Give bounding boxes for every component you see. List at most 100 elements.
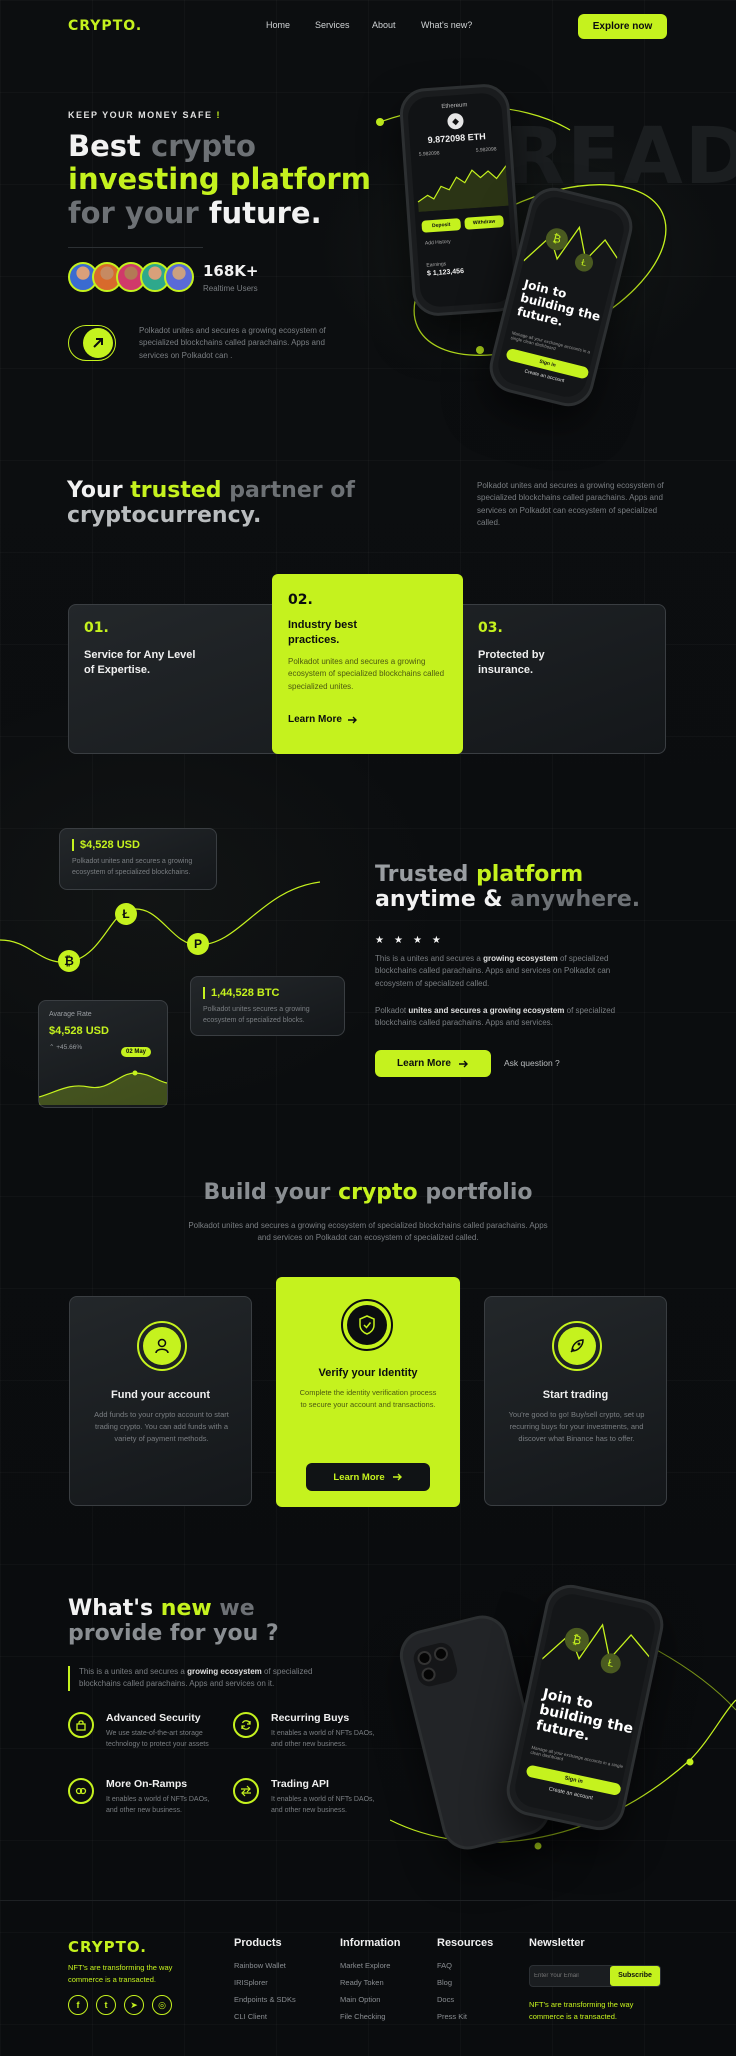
refresh-icon	[233, 1712, 259, 1738]
shield-icon	[341, 1299, 393, 1351]
phone-coin-label: Ethereum	[441, 102, 468, 111]
footer-link[interactable]: Press Kit	[437, 2012, 493, 2021]
card-text: Polkadot unites and secures a growing ec…	[288, 657, 445, 691]
phone-stat-2: 5.982098	[475, 146, 497, 154]
footer-link[interactable]: Blog	[437, 1978, 493, 1987]
subscribe-button[interactable]: Subscribe	[610, 1966, 660, 1986]
card-learn-more-link[interactable]: Learn More	[288, 714, 358, 725]
nav-whats-new-link[interactable]: What's new?	[421, 20, 472, 30]
rating-stars: ★ ★ ★ ★	[375, 930, 451, 948]
newsletter-text: NFT's are transforming the way commerce …	[529, 2000, 634, 2021]
footer-column-title: Resources	[437, 1937, 494, 1949]
facebook-icon[interactable]: f	[68, 1995, 88, 2015]
widget-value: $4,528 USD	[49, 1025, 109, 1037]
social-links: f t ➤ ◎	[68, 1995, 172, 2015]
avatar	[164, 262, 194, 292]
trusted-paragraph-2: Polkadot unites and secures a growing ec…	[375, 1006, 616, 1028]
hero-eyebrow: KEEP YOUR MONEY SAFE !	[68, 110, 222, 120]
widget-text: Polkadot unites secures a growing ecosys…	[203, 1006, 310, 1024]
landing-page: CRYPTO. Home Services About What's new? …	[0, 0, 736, 2056]
partner-card-2: 02. Industry best practices. Polkadot un…	[272, 574, 463, 754]
footer-link[interactable]: Main Option	[340, 1995, 401, 2004]
footer-resources-column: Resources FAQ Blog Docs Press Kit	[437, 1937, 493, 2029]
fund-account-card: Fund your account Add funds to your cryp…	[69, 1296, 252, 1506]
footer-link[interactable]: Market Explore	[340, 1961, 401, 1970]
provide-intro: This is a unites and secures a growing e…	[68, 1666, 338, 1691]
hero-description: Polkadot unites and secures a growing ec…	[139, 326, 326, 360]
card-title: Fund your account	[111, 1389, 210, 1401]
user-icon	[137, 1321, 187, 1371]
feature-text: We use state-of-the-art storage technolo…	[106, 1730, 209, 1748]
footer-information-column: Information Market Explore Ready Token M…	[340, 1937, 401, 2029]
footer-link[interactable]: Endpoints & SDKs	[234, 1995, 296, 2004]
star-icon: ★	[412, 935, 422, 946]
footer-link[interactable]: IRISplorer	[234, 1978, 296, 1987]
hero-arrow-button[interactable]	[68, 325, 116, 361]
partner-title: Your trusted partner of cryptocurrency.	[67, 478, 355, 529]
phone-balance: 9.872098 ETH	[427, 131, 486, 146]
explore-now-button[interactable]: Explore now	[578, 14, 667, 39]
arrow-right-icon	[392, 1473, 402, 1481]
newsletter: Newsletter Subscribe NFT's are transform…	[529, 1937, 669, 2021]
hero-phone-wallet: Ethereum ◆ 9.872098 ETH 5.982098 5.98209…	[398, 82, 524, 318]
footer-divider	[0, 1900, 736, 1901]
portfolio-description: Polkadot unites and secures a growing ec…	[188, 1221, 548, 1243]
ramps-icon	[68, 1778, 94, 1804]
card-text: You're good to go! Buy/sell crypto, set …	[508, 1410, 645, 1443]
star-icon: ★	[431, 935, 441, 946]
partner-card-1: 01. Service for Any Level of Expertise.	[84, 620, 204, 679]
telegram-icon[interactable]: ➤	[124, 1995, 144, 2015]
nav-about-link[interactable]: About	[372, 20, 396, 30]
widget-value: $4,528 USD	[72, 839, 140, 851]
card-text: Complete the identity verification proce…	[299, 1388, 437, 1409]
nav-logo[interactable]: CRYPTO.	[68, 18, 142, 34]
star-icon: ★	[375, 935, 384, 946]
footer-logo[interactable]: CRYPTO.	[68, 1938, 147, 1956]
nav-home-link[interactable]: Home	[266, 20, 290, 30]
email-input[interactable]	[534, 1966, 610, 1986]
twitter-icon[interactable]: t	[96, 1995, 116, 2015]
nav-services-link[interactable]: Services	[315, 20, 350, 30]
ask-question-link[interactable]: Ask question ?	[504, 1058, 560, 1068]
card-title: Protected by insurance.	[478, 649, 545, 677]
widget-change: ⌃ +45.66%	[49, 1044, 83, 1051]
footer-tagline: NFT's are transforming the way commerce …	[68, 1963, 173, 1984]
partner-card-3: 03. Protected by insurance.	[478, 620, 588, 679]
widget-label: Avarage Rate	[49, 1011, 92, 1018]
verify-learn-more-button[interactable]: Learn More	[306, 1463, 430, 1491]
coin-icon: P	[187, 933, 209, 955]
feature-title: Recurring Buys	[271, 1712, 350, 1724]
bitcoin-icon: ₿	[58, 950, 80, 972]
footer-link[interactable]: Ready Token	[340, 1978, 401, 1987]
feature-title: Advanced Security	[106, 1712, 201, 1724]
phone-stat-1: 5.982098	[418, 150, 440, 158]
trusted-learn-more-button[interactable]: Learn More	[375, 1050, 491, 1077]
rate-area-chart	[39, 1070, 167, 1105]
card-title: Verify your Identity	[318, 1367, 418, 1379]
footer-link[interactable]: Rainbow Wallet	[234, 1961, 296, 1970]
avatar-group	[68, 262, 194, 292]
footer-link[interactable]: Docs	[437, 1995, 493, 2004]
card-number: 01.	[84, 620, 109, 636]
widget-value: 1,44,528 BTC	[203, 987, 279, 999]
footer-column-title: Information	[340, 1937, 401, 1949]
widget-text: Polkadot unites and secures a growing ec…	[72, 858, 193, 876]
instagram-icon[interactable]: ◎	[152, 1995, 172, 2015]
date-tag: 02 May	[121, 1047, 152, 1057]
footer-link[interactable]: CLI Client	[234, 2012, 296, 2021]
feature-text: It enables a world of NFTs DAOs, and oth…	[271, 1796, 375, 1814]
phone-chart-lines	[541, 1623, 655, 1663]
footer-products-column: Products Rainbow Wallet IRISplorer Endpo…	[234, 1937, 296, 2029]
card-text: Add funds to your crypto account to star…	[94, 1410, 229, 1443]
footer-column-title: Products	[234, 1937, 282, 1949]
feature-title: Trading API	[271, 1778, 329, 1790]
arrow-right-icon	[458, 1060, 468, 1067]
footer-link[interactable]: File Checking	[340, 2012, 401, 2021]
card-title: Industry best practices.	[288, 619, 358, 647]
footer-link[interactable]: FAQ	[437, 1961, 493, 1970]
arrow-right-icon	[347, 716, 357, 723]
feature-title: More On-Ramps	[106, 1778, 188, 1790]
card-number: 03.	[478, 620, 503, 636]
camera-icon	[411, 1640, 460, 1689]
star-icon: ★	[393, 935, 403, 946]
